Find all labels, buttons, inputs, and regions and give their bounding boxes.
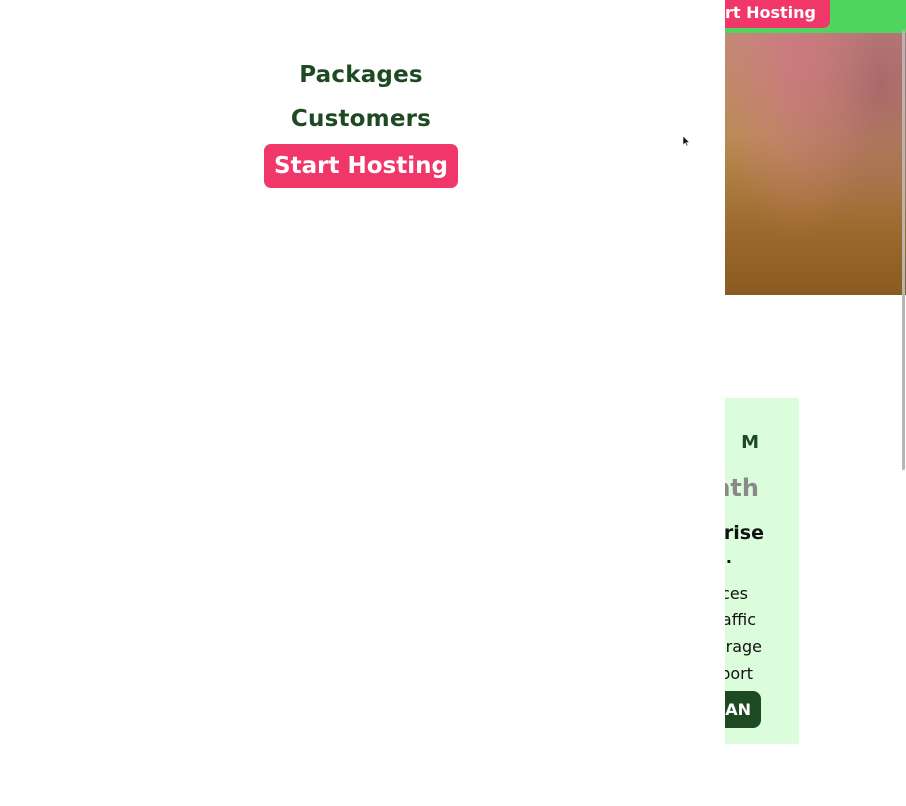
plan-feature: port: [725, 664, 753, 683]
choose-plan-button[interactable]: AN: [725, 691, 761, 728]
plan-feature: affic: [725, 610, 756, 629]
page-background-strip: Start Hosting M nth prise . ces affic ra…: [725, 0, 906, 806]
plan-feature: ces: [725, 584, 748, 603]
plan-tier-subtitle: .: [725, 548, 732, 567]
header-start-hosting-label: Start Hosting: [725, 3, 816, 22]
mobile-nav-menu: Packages Customers Start Hosting: [0, 0, 725, 806]
site-header-bar: Start Hosting: [725, 0, 906, 33]
scrollbar-thumb[interactable]: [902, 30, 905, 470]
nav-link-packages[interactable]: Packages: [0, 62, 722, 88]
nav-start-hosting-button[interactable]: Start Hosting: [264, 144, 458, 188]
plan-price: nth: [725, 474, 759, 502]
pricing-plan-card: M nth prise . ces affic rage port AN: [725, 398, 799, 744]
plan-tier: prise: [725, 522, 764, 544]
plan-name: M: [741, 432, 759, 453]
mouse-cursor-icon: [683, 136, 691, 146]
plan-feature: rage: [725, 637, 762, 656]
header-start-hosting-button[interactable]: Start Hosting: [725, 0, 830, 28]
nav-link-customers[interactable]: Customers: [0, 106, 722, 132]
pricing-plan-content: M nth prise . ces affic rage port AN: [725, 398, 799, 744]
hero-image: [725, 33, 906, 295]
